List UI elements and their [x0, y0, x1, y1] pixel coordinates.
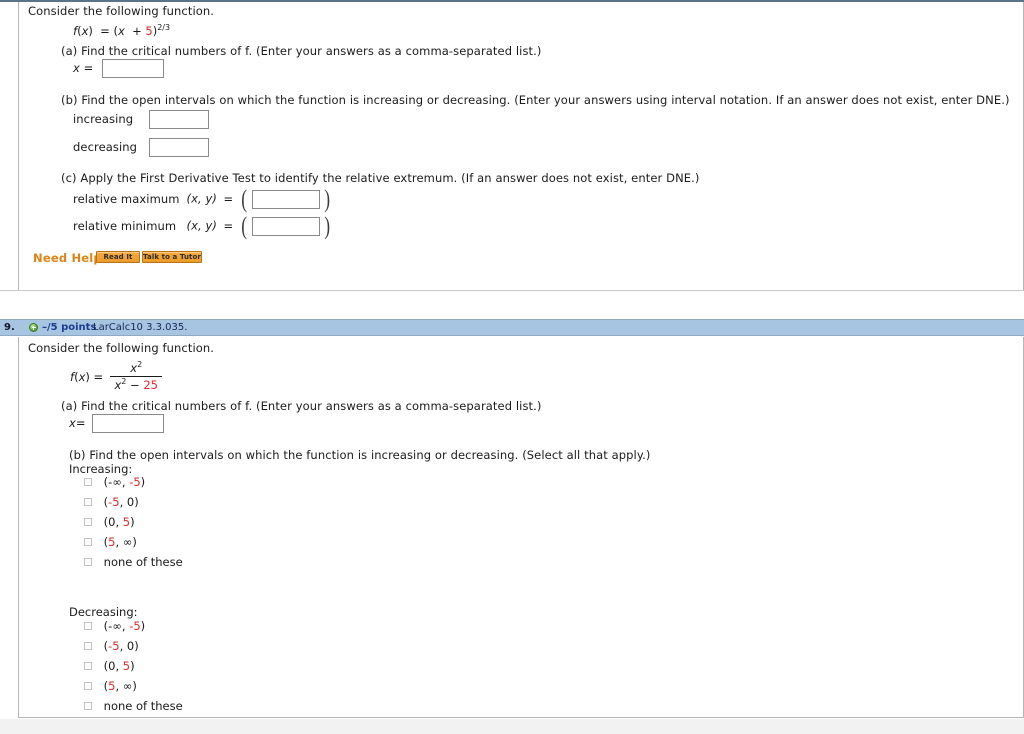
checkbox-icon[interactable] — [84, 642, 92, 650]
q8-part-c-text: (c) Apply the First Derivative Test to i… — [61, 171, 700, 185]
checkbox-icon[interactable] — [84, 702, 92, 710]
option-label: none of these — [103, 555, 183, 569]
q9-increasing-option-2[interactable]: (-5, 0) — [84, 495, 139, 509]
q8-increasing-row: increasing — [73, 110, 209, 129]
q8-part-a-row: x = — [73, 59, 164, 78]
q9-increasing-option-1[interactable]: (-∞, -5) — [84, 475, 145, 489]
q8-relmax-coord: (x, y) — [186, 191, 217, 206]
right-paren-icon: ) — [324, 186, 331, 213]
page-bottom-area — [0, 719, 1024, 734]
q8-relmin-coord: (x, y) — [186, 218, 217, 233]
q9-decreasing-option-5[interactable]: none of these — [84, 699, 183, 713]
q8-formula: f(x) = (x + 5)2/3 — [73, 23, 171, 38]
question-separator — [0, 290, 1024, 291]
option-label: (0, 5) — [103, 659, 135, 673]
q9-increasing-option-5[interactable]: none of these — [84, 555, 183, 569]
q9-fraction-numerator: x2 — [110, 361, 162, 377]
q9-formula: f(x) = x2 x2 − 25 — [70, 361, 162, 393]
q8-part-b-text: (b) Find the open intervals on which the… — [61, 93, 1010, 107]
left-paren-icon: ( — [240, 186, 247, 213]
plus-circle-icon[interactable] — [29, 323, 38, 332]
q9-decreasing-option-3[interactable]: (0, 5) — [84, 659, 135, 673]
checkbox-icon[interactable] — [84, 662, 92, 670]
option-label: (0, 5) — [103, 515, 135, 529]
option-label: (-∞, -5) — [103, 619, 146, 633]
q9-decreasing-option-4[interactable]: (5, ∞) — [84, 679, 137, 693]
q9-part-a-text: (a) Find the critical numbers of f. (Ent… — [61, 399, 542, 413]
q8-part-a-label: x = — [73, 60, 94, 75]
q8-read-it-button[interactable]: Read It — [96, 251, 140, 263]
q8-relmax-equals: = — [223, 191, 234, 206]
option-label: (5, ∞) — [103, 535, 137, 549]
checkbox-icon[interactable] — [84, 498, 92, 506]
checkbox-icon[interactable] — [84, 622, 92, 630]
q8-decreasing-label: decreasing — [73, 139, 138, 154]
option-label: none of these — [103, 699, 183, 713]
q9-fraction: x2 x2 − 25 — [110, 361, 162, 392]
q8-increasing-label: increasing — [73, 111, 134, 126]
q8-decreasing-input[interactable] — [148, 138, 209, 157]
q9-part-a-row: x= — [69, 414, 165, 433]
q9-decreasing-label: Decreasing: — [69, 605, 138, 619]
left-paren-icon: ( — [240, 213, 247, 240]
q8-relative-maximum-row: relative maximum (x, y) = ( ) — [73, 186, 331, 213]
q9-fraction-denominator: x2 − 25 — [114, 377, 158, 392]
q9-part-b-text: (b) Find the open intervals on which the… — [69, 448, 651, 462]
q9-increasing-option-4[interactable]: (5, ∞) — [84, 535, 137, 549]
q9-decreasing-option-1[interactable]: (-∞, -5) — [84, 619, 145, 633]
checkbox-icon[interactable] — [84, 478, 92, 486]
q9-increasing-label: Increasing: — [69, 462, 133, 476]
q8-relative-minimum-row: relative minimum (x, y) = ( ) — [73, 213, 331, 240]
q8-relative-minimum-label: relative minimum — [73, 218, 177, 233]
q9-critical-numbers-input[interactable] — [92, 414, 165, 433]
question-9-panel — [18, 337, 1024, 718]
checkbox-icon[interactable] — [84, 518, 92, 526]
q8-prompt: Consider the following function. — [28, 4, 215, 18]
question-9-reference: LarCalc10 3.3.035. — [93, 322, 188, 333]
checkbox-icon[interactable] — [84, 682, 92, 690]
q8-relative-minimum-input[interactable] — [251, 217, 320, 236]
q8-relative-maximum-input[interactable] — [251, 190, 320, 209]
option-label: (-5, 0) — [103, 639, 139, 653]
q8-talk-to-tutor-button[interactable]: Talk to a Tutor — [142, 251, 202, 263]
checkbox-icon[interactable] — [84, 538, 92, 546]
option-label: (-5, 0) — [103, 495, 139, 509]
q9-decreasing-option-2[interactable]: (-5, 0) — [84, 639, 139, 653]
q8-decreasing-row: decreasing — [73, 138, 209, 157]
q9-denominator-const: 25 — [143, 378, 158, 392]
q9-part-a-label: x= — [69, 415, 86, 430]
q8-increasing-input[interactable] — [148, 110, 209, 129]
right-paren-icon: ) — [324, 213, 331, 240]
option-label: (-∞, -5) — [103, 475, 146, 489]
q9-prompt: Consider the following function. — [28, 341, 215, 355]
question-9-number: 9. — [4, 322, 15, 333]
q8-formula-const: 5 — [145, 24, 153, 38]
q9-increasing-option-3[interactable]: (0, 5) — [84, 515, 135, 529]
checkbox-icon[interactable] — [84, 558, 92, 566]
question-9-points: –/5 points — [42, 322, 97, 333]
q8-relmin-equals: = — [223, 218, 234, 233]
q8-critical-numbers-input[interactable] — [101, 59, 164, 78]
q8-formula-exponent: 2/3 — [157, 23, 171, 33]
q8-relative-maximum-label: relative maximum — [73, 191, 180, 206]
option-label: (5, ∞) — [103, 679, 137, 693]
q8-part-a-text: (a) Find the critical numbers of f. (Ent… — [61, 44, 542, 58]
